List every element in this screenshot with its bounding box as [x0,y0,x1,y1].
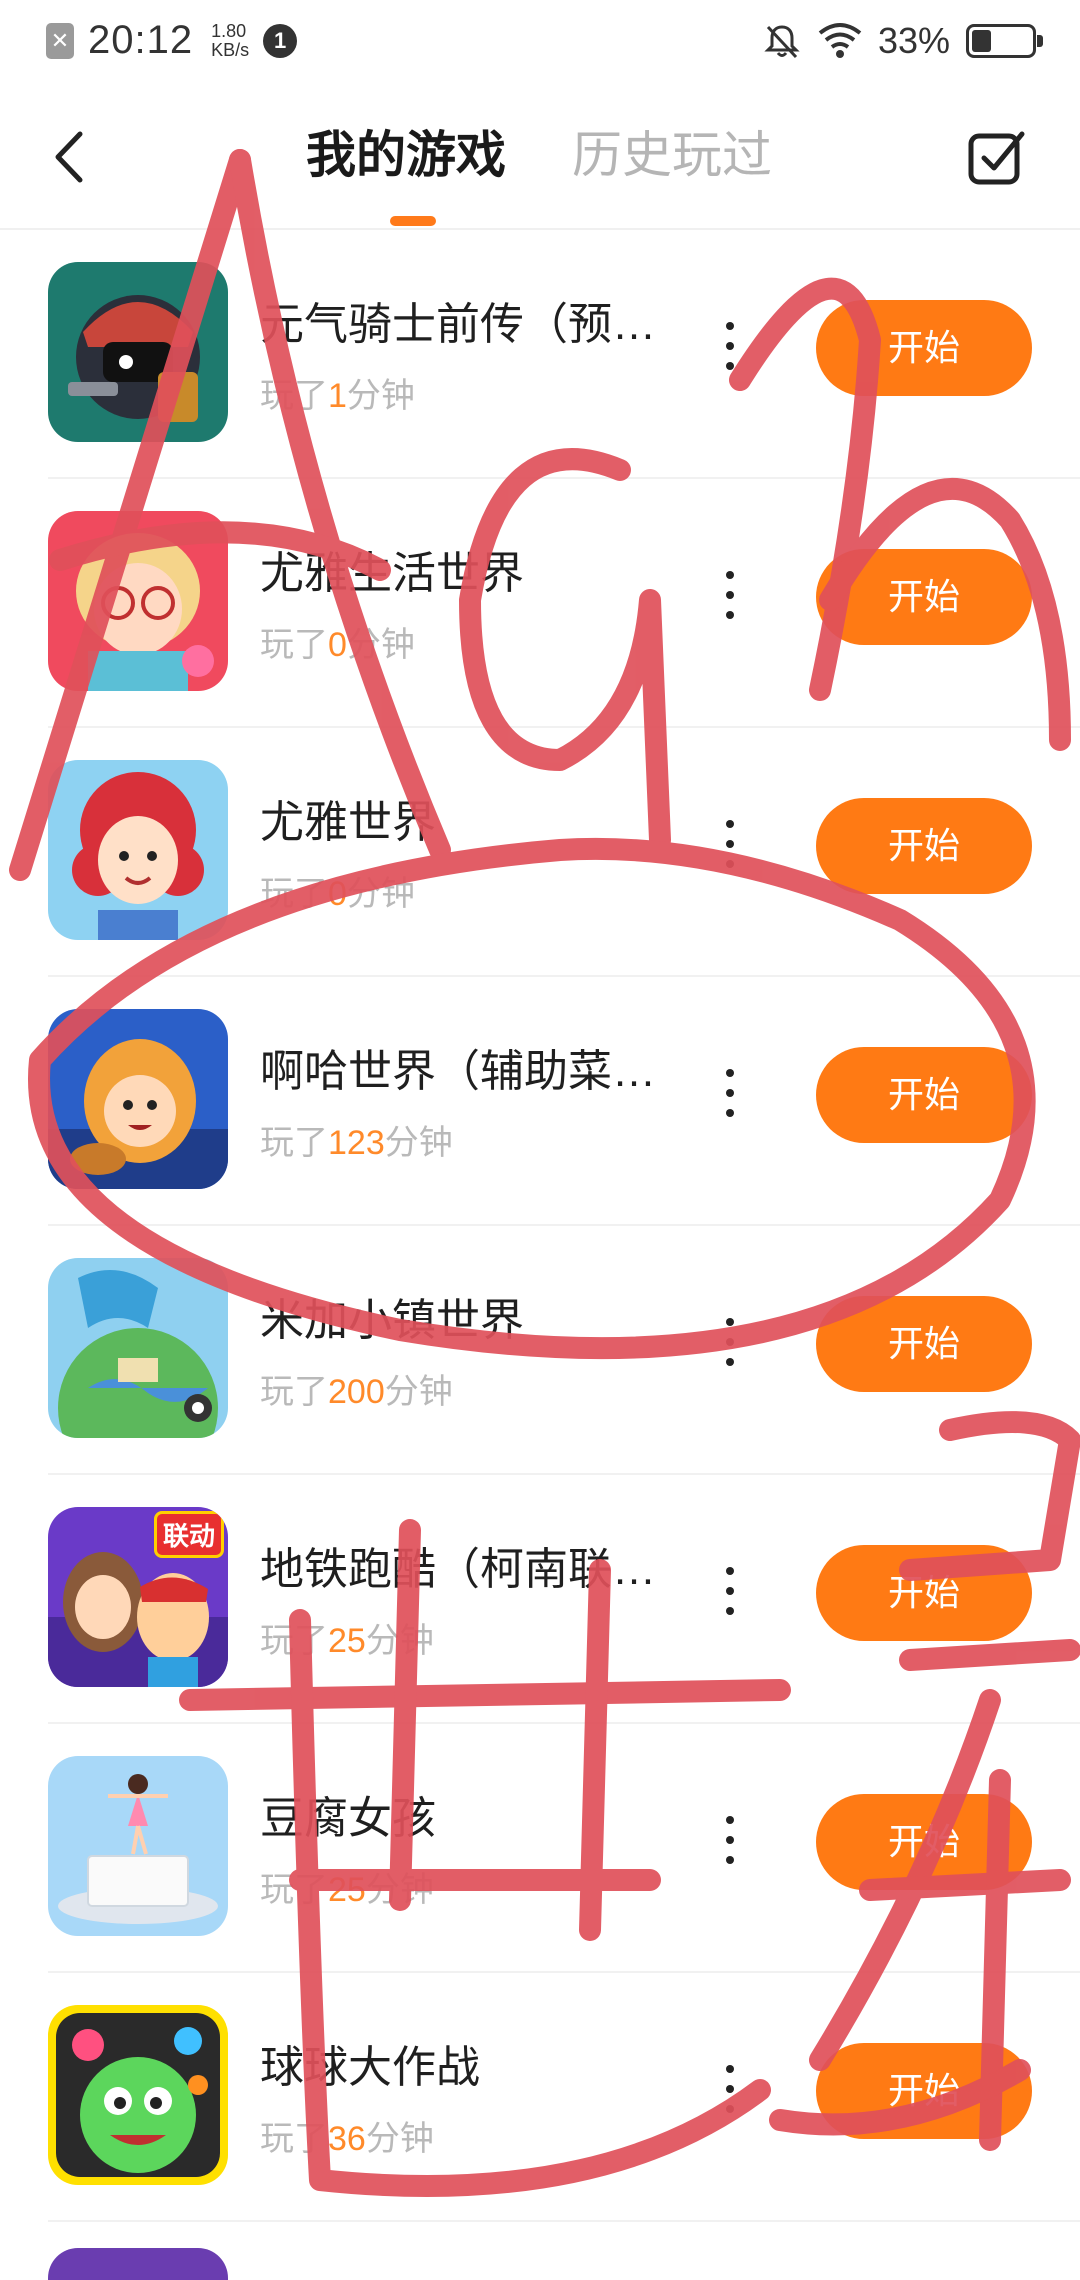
played-minutes: 200 [328,1373,385,1411]
redhair-girl-game-icon[interactable] [48,760,228,940]
status-time: 20:12 [88,18,194,62]
start-button[interactable]: 开始 [816,300,1032,396]
start-button[interactable]: 开始 [816,1794,1032,1890]
start-button[interactable]: 开始 [816,1545,1032,1641]
played-time: 玩了0分钟 [260,626,415,664]
game-title: 元气骑士前传（预… [260,300,656,349]
game-title: 尤雅世界 [260,798,436,847]
tofu-girl-game-icon[interactable] [48,1756,228,1936]
list-item[interactable]: 豆腐女孩 玩了25分钟 开始 [48,1724,1080,1973]
game-title: 米加小镇世界 [260,1296,524,1345]
globe-town-game-icon[interactable] [48,1258,228,1438]
subway-runner-game-icon[interactable]: 联动 [48,1507,228,1687]
tab-history-played[interactable]: 历史玩过 [572,120,772,190]
partially-visible-game-icon[interactable] [48,2248,228,2280]
start-button[interactable]: 开始 [816,1047,1032,1143]
game-title: 啊哈世界（辅助菜… [260,1047,656,1096]
list-item[interactable]: 米加小镇世界 玩了200分钟 开始 [48,1226,1080,1475]
game-title: 地铁跑酷（柯南联… [260,1545,656,1594]
game-list: 元气骑士前传（预… 玩了1分钟 开始 尤雅生活世界 玩了0分钟 开始 尤雅世界 … [0,230,1080,2222]
more-options-icon[interactable] [718,1312,742,1372]
played-time: 玩了123分钟 [260,1124,453,1162]
played-time: 玩了36分钟 [260,2120,434,2158]
battery-level-fill [972,30,991,52]
more-options-icon[interactable] [718,1810,742,1870]
edit-checkbox-icon[interactable] [966,126,1028,188]
collab-badge: 联动 [153,1511,224,1558]
list-item[interactable]: 尤雅世界 玩了0分钟 开始 [48,728,1080,977]
start-button[interactable]: 开始 [816,2043,1032,2139]
played-minutes: 36 [328,2120,366,2158]
played-time: 玩了1分钟 [260,377,415,415]
more-options-icon[interactable] [718,1063,742,1123]
network-speed-value: 1.80 [211,20,247,41]
played-minutes: 0 [328,875,347,913]
tab-my-games[interactable]: 我的游戏 [306,120,506,190]
played-minutes: 25 [328,1871,366,1909]
girl-glasses-game-icon[interactable] [48,511,228,691]
played-time: 玩了200分钟 [260,1373,453,1411]
knight-game-icon[interactable] [48,262,228,442]
played-minutes: 0 [328,626,347,664]
played-minutes: 1 [328,377,347,415]
network-speed: 1.80 KB/s [211,20,250,60]
more-options-icon[interactable] [718,565,742,625]
active-tab-indicator [390,216,436,226]
network-speed-unit: KB/s [211,39,250,60]
more-options-icon[interactable] [718,814,742,874]
battery-percent: 33% [877,20,950,61]
more-options-icon[interactable] [718,1561,742,1621]
tiger-costume-game-icon[interactable] [48,1009,228,1189]
played-time: 玩了0分钟 [260,875,415,913]
played-time: 玩了25分钟 [260,1871,434,1909]
start-button[interactable]: 开始 [816,1296,1032,1392]
more-options-icon[interactable] [718,2059,742,2119]
list-item[interactable]: 啊哈世界（辅助菜… 玩了123分钟 开始 [48,977,1080,1226]
back-arrow-icon[interactable] [40,122,100,192]
start-button[interactable]: 开始 [816,549,1032,645]
played-minutes: 25 [328,1622,366,1660]
list-item[interactable]: 球球大作战 玩了36分钟 开始 [48,1973,1080,2222]
status-bar: ✕ 20:12 1.80 KB/s 1 33% [0,0,1080,86]
list-item[interactable]: 联动 地铁跑酷（柯南联… 玩了25分钟 开始 [48,1475,1080,1724]
no-sim-icon: ✕ [46,22,74,59]
played-time: 玩了25分钟 [260,1622,434,1660]
start-button[interactable]: 开始 [816,798,1032,894]
more-options-icon[interactable] [718,316,742,376]
game-title: 豆腐女孩 [260,1794,436,1843]
list-item[interactable]: 元气骑士前传（预… 玩了1分钟 开始 [48,230,1080,479]
notification-count-badge: 1 [263,23,298,58]
battery-icon [966,24,1043,58]
game-title: 球球大作战 [260,2043,480,2092]
wifi-icon [818,23,862,58]
list-item[interactable]: 尤雅生活世界 玩了0分钟 开始 [48,479,1080,728]
played-minutes: 123 [328,1124,385,1162]
mute-bell-icon [764,25,800,59]
top-header: 我的游戏 历史玩过 [0,100,1080,230]
ball-battle-game-icon[interactable] [48,2005,228,2185]
game-title: 尤雅生活世界 [260,549,524,598]
